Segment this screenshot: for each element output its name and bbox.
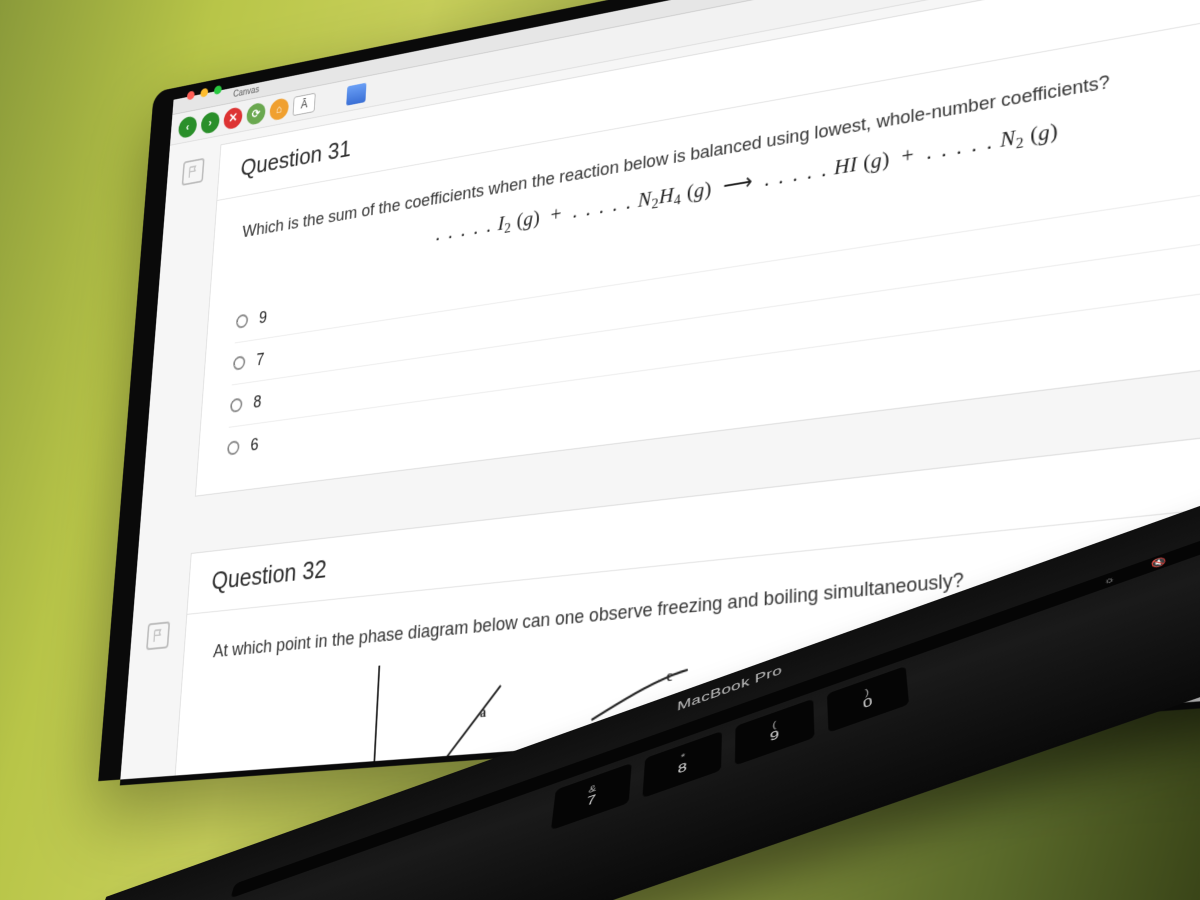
stop-button[interactable]: ✕	[223, 106, 243, 130]
window-title: Canvas	[233, 85, 260, 100]
refresh-button[interactable]: ⟳	[246, 101, 266, 125]
option-label: 6	[250, 435, 259, 456]
radio-icon	[233, 356, 246, 371]
flag-question-32[interactable]	[146, 621, 170, 650]
option-label: 7	[256, 350, 265, 370]
minimize-window-dot[interactable]	[200, 88, 208, 98]
close-window-dot[interactable]	[187, 90, 195, 100]
mute-icon[interactable]: 🔇	[1150, 555, 1167, 569]
radio-icon	[227, 440, 240, 456]
radio-icon	[236, 314, 249, 329]
maximize-window-dot[interactable]	[214, 85, 222, 95]
option-label: 8	[253, 392, 262, 413]
radio-icon	[230, 398, 243, 414]
phase-label-a: a	[479, 705, 486, 722]
font-indicator[interactable]: Ā	[293, 92, 316, 115]
back-button[interactable]: ‹	[178, 115, 198, 139]
option-label: 9	[258, 308, 267, 328]
app-icon[interactable]	[346, 82, 366, 105]
brightness-icon[interactable]: ☼	[1103, 574, 1116, 587]
home-button[interactable]: ⌂	[269, 97, 289, 121]
forward-button[interactable]: ›	[200, 110, 220, 134]
phase-label-c: c	[666, 669, 672, 687]
